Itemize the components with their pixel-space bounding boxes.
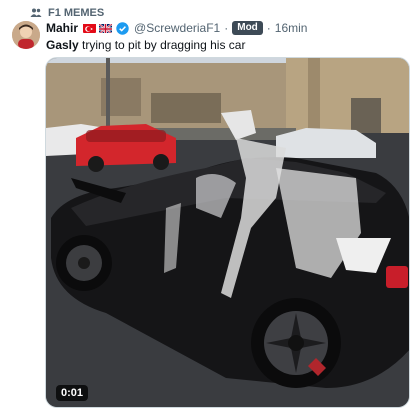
separator-dot: · [224, 21, 229, 35]
video-frame [46, 58, 409, 407]
tweet-header: Mahir @ScrewderiaF1 · Mod · 16min [46, 20, 307, 36]
turkey-flag-icon [83, 23, 97, 33]
author-handle[interactable]: @ScrewderiaF1 [134, 21, 220, 35]
avatar[interactable] [12, 21, 40, 49]
video-player[interactable]: 0:01 [45, 57, 410, 408]
separator-dot: · [266, 21, 271, 35]
community-header[interactable]: F1 MEMES [30, 6, 104, 20]
mod-badge: Mod [232, 21, 263, 35]
author-name[interactable]: Mahir [46, 21, 78, 35]
tweet-text-mention: Gasly [46, 38, 79, 52]
tweet-timestamp[interactable]: 16min [275, 21, 308, 35]
tweet-text: Gasly trying to pit by dragging his car [46, 38, 245, 52]
uk-flag-icon [99, 23, 113, 33]
community-name[interactable]: F1 MEMES [48, 7, 104, 19]
video-duration-badge: 0:01 [56, 385, 89, 401]
community-icon [30, 7, 42, 19]
verified-badge-icon [116, 21, 129, 35]
tweet-text-body: trying to pit by dragging his car [78, 38, 246, 52]
